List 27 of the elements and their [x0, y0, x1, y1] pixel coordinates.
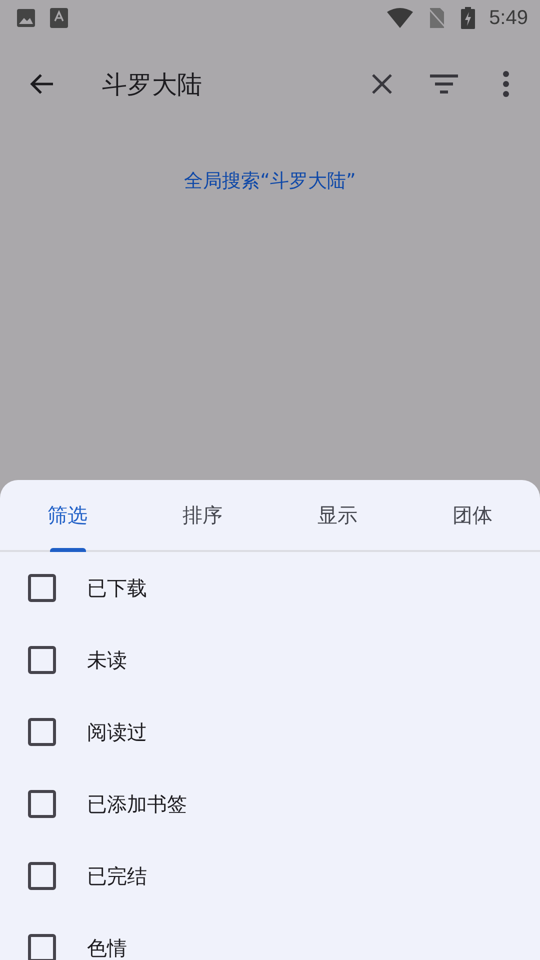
tab[interactable]: 排序 — [135, 480, 270, 550]
filter-label: 已添加书签 — [87, 790, 187, 818]
tab[interactable]: 筛选 — [0, 480, 135, 550]
tab[interactable]: 团体 — [405, 480, 540, 550]
back-arrow-icon — [29, 72, 55, 96]
checkbox[interactable] — [28, 646, 56, 674]
checkbox[interactable] — [28, 862, 56, 890]
checkbox[interactable] — [28, 718, 56, 746]
checkbox[interactable] — [28, 574, 56, 602]
checkbox[interactable] — [28, 934, 56, 960]
filter-label: 已下载 — [87, 574, 147, 602]
search-query[interactable]: 斗罗大陆 — [102, 68, 340, 100]
tab[interactable]: 显示 — [270, 480, 405, 550]
battery-charging-icon — [461, 7, 476, 29]
filter-label: 色情 — [87, 934, 127, 960]
filter-icon — [430, 74, 458, 94]
global-search-link[interactable]: 全局搜索“斗罗大陆” — [184, 168, 356, 194]
filter-label: 阅读过 — [87, 718, 147, 746]
filter-label: 未读 — [87, 646, 127, 674]
wifi-icon — [387, 8, 414, 28]
font-icon — [50, 8, 68, 28]
clock: 5:49 — [489, 6, 528, 30]
filter-label: 已完结 — [87, 862, 147, 890]
close-icon — [371, 73, 393, 95]
image-icon — [16, 8, 36, 28]
more-icon — [502, 71, 510, 97]
checkbox[interactable] — [28, 790, 56, 818]
